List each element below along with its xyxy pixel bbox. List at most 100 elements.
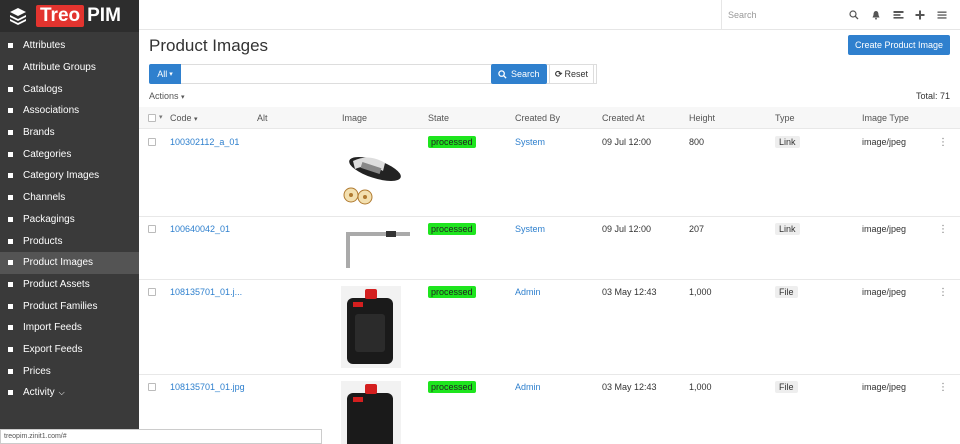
- logo[interactable]: Treo PIM: [0, 0, 139, 32]
- sidebar-item-label: Associations: [23, 105, 80, 117]
- bullet-icon: [8, 368, 13, 374]
- search-icon[interactable]: [844, 5, 864, 25]
- bullet-icon: [8, 303, 13, 309]
- column-header-image-type[interactable]: Image Type: [862, 113, 909, 123]
- caret-down-icon: ▾: [181, 94, 185, 101]
- search-button-label: Search: [511, 69, 540, 79]
- sort-caret-icon: ▾: [194, 116, 198, 123]
- row-type: File: [775, 286, 798, 298]
- state-badge: processed: [428, 223, 476, 235]
- row-actions-menu-icon[interactable]: ⋮: [938, 287, 948, 298]
- select-all-checkbox[interactable]: [148, 114, 156, 122]
- row-state: processed: [428, 286, 476, 298]
- type-badge: File: [775, 286, 798, 298]
- product-thumbnail[interactable]: [341, 286, 401, 368]
- sidebar-item-product-families[interactable]: Product Families: [0, 295, 139, 317]
- table-row: 100302112_a_01 processed System 09 Jul 1…: [139, 130, 960, 217]
- browser-status-url: treopim.zinit1.com/#: [0, 429, 322, 444]
- reset-button[interactable]: ⟳ Reset: [549, 64, 595, 84]
- column-header-height[interactable]: Height: [689, 113, 715, 123]
- sidebar-item-packagings[interactable]: Packagings: [0, 209, 139, 231]
- sidebar-item-attributes[interactable]: Attributes: [0, 35, 139, 57]
- row-code-link[interactable]: 108135701_01.jpg: [170, 382, 245, 392]
- column-header-state[interactable]: State: [428, 113, 449, 123]
- menu-icon[interactable]: [932, 5, 952, 25]
- table-row: 100640042_01 processed System 09 Jul 12:…: [139, 217, 960, 280]
- sidebar: Treo PIM Attributes Attribute Groups Cat…: [0, 0, 139, 444]
- sidebar-item-export-feeds[interactable]: Export Feeds: [0, 339, 139, 361]
- row-state: processed: [428, 136, 476, 148]
- sidebar-item-product-assets[interactable]: Product Assets: [0, 274, 139, 296]
- global-search-placeholder: Search: [728, 9, 757, 20]
- bullet-icon: [8, 151, 13, 157]
- sidebar-item-catalogs[interactable]: Catalogs: [0, 78, 139, 100]
- sidebar-item-product-images[interactable]: Product Images: [0, 251, 139, 274]
- row-created-by-link[interactable]: Admin: [515, 287, 541, 297]
- bullet-icon: [8, 216, 13, 222]
- sidebar-item-associations[interactable]: Associations: [0, 100, 139, 122]
- create-product-image-button[interactable]: Create Product Image: [847, 35, 950, 55]
- table-header: ▾ Code ▾ Alt Image State Created By Crea…: [139, 107, 960, 129]
- logo-treo-text: Treo: [36, 5, 85, 27]
- state-badge: processed: [428, 286, 476, 298]
- actions-dropdown[interactable]: Actions ▾: [149, 91, 185, 101]
- row-image-type: image/jpeg: [862, 382, 907, 392]
- bullet-icon: [8, 65, 13, 71]
- row-type: File: [775, 381, 798, 393]
- search-button[interactable]: Search: [491, 64, 547, 84]
- filter-all-dropdown[interactable]: All ▾: [149, 64, 181, 84]
- bullet-icon: [8, 390, 13, 396]
- column-header-created-at[interactable]: Created At: [602, 113, 645, 123]
- row-code-link[interactable]: 100640042_01: [170, 224, 230, 234]
- row-checkbox[interactable]: [148, 225, 156, 233]
- sidebar-item-prices[interactable]: Prices: [0, 360, 139, 382]
- sidebar-item-label: Packagings: [23, 213, 75, 225]
- row-actions-menu-icon[interactable]: ⋮: [938, 224, 948, 235]
- sidebar-item-products[interactable]: Products: [0, 230, 139, 252]
- row-actions-menu-icon[interactable]: ⋮: [938, 382, 948, 393]
- bullet-icon: [8, 325, 13, 331]
- sidebar-item-categories[interactable]: Categories: [0, 143, 139, 165]
- row-height: 1,000: [689, 382, 712, 392]
- column-header-code[interactable]: Code ▾: [170, 113, 198, 123]
- type-badge: Link: [775, 136, 800, 148]
- notes-icon[interactable]: [888, 5, 908, 25]
- row-code-link[interactable]: 108135701_01.j...: [170, 287, 242, 297]
- bullet-icon: [8, 195, 13, 201]
- column-header-alt[interactable]: Alt: [257, 113, 268, 123]
- column-header-created-by[interactable]: Created By: [515, 113, 560, 123]
- sidebar-item-label: Products: [23, 235, 63, 247]
- sidebar-item-import-feeds[interactable]: Import Feeds: [0, 317, 139, 339]
- sidebar-item-activity[interactable]: Activity ⌵: [0, 382, 139, 404]
- row-code-link[interactable]: 100302112_a_01: [170, 137, 239, 147]
- sidebar-item-label: Categories: [23, 148, 72, 160]
- sidebar-item-label: Import Feeds: [23, 322, 82, 334]
- bell-icon[interactable]: [866, 5, 886, 25]
- sidebar-item-brands[interactable]: Brands: [0, 122, 139, 144]
- row-created-by-link[interactable]: System: [515, 137, 545, 147]
- row-created-by-link[interactable]: System: [515, 224, 545, 234]
- row-height: 800: [689, 137, 705, 147]
- caret-down-icon[interactable]: ▾: [159, 113, 163, 121]
- row-created-at: 03 May 12:43: [602, 287, 657, 297]
- row-created-by-link[interactable]: Admin: [515, 382, 541, 392]
- sidebar-item-label: Brands: [23, 127, 55, 139]
- sidebar-item-label: Export Feeds: [23, 343, 83, 355]
- row-height: 207: [689, 224, 705, 234]
- bullet-icon: [8, 346, 13, 352]
- row-actions-menu-icon[interactable]: ⋮: [938, 137, 948, 148]
- column-header-code-label: Code: [170, 113, 192, 123]
- sidebar-item-attribute-groups[interactable]: Attribute Groups: [0, 57, 139, 79]
- search-icon: [498, 69, 507, 79]
- product-thumbnail[interactable]: [344, 230, 412, 270]
- product-thumbnail[interactable]: [341, 381, 401, 444]
- sidebar-item-category-images[interactable]: Category Images: [0, 165, 139, 187]
- column-header-type[interactable]: Type: [775, 113, 795, 123]
- row-checkbox[interactable]: [148, 383, 156, 391]
- sidebar-item-channels[interactable]: Channels: [0, 187, 139, 209]
- row-checkbox[interactable]: [148, 138, 156, 146]
- product-thumbnail[interactable]: [339, 147, 411, 209]
- plus-icon[interactable]: [910, 5, 930, 25]
- row-checkbox[interactable]: [148, 288, 156, 296]
- logo-layers-icon: [10, 8, 26, 25]
